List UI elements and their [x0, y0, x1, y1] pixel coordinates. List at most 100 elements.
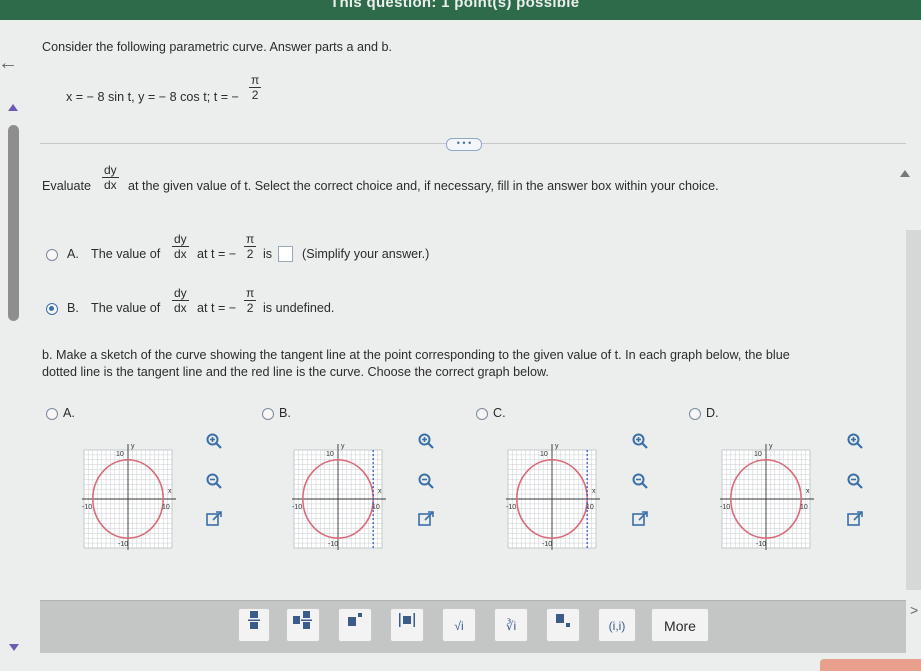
graph-b-letter: B.: [279, 406, 291, 420]
choice-b-t-den: 2: [244, 300, 257, 315]
mixed-number-button[interactable]: [286, 608, 320, 642]
more-button[interactable]: More: [651, 608, 709, 642]
choice-b-tail: is undefined.: [263, 301, 335, 315]
graph-c-radio[interactable]: [476, 408, 488, 420]
x-min-label: -10: [292, 504, 302, 511]
evaluate-label: Evaluate: [42, 179, 92, 193]
choice-b-dydx: dy dx: [172, 286, 189, 315]
graph-b-radio[interactable]: [262, 408, 274, 420]
parametric-equation: x = − 8 sin t, y = − 8 cos t; t = −: [66, 90, 239, 104]
choice-a-is: is: [263, 247, 273, 261]
choice-b-letter: B.: [67, 301, 79, 315]
choice-b-at-t: at t = −: [197, 301, 237, 315]
left-scrollbar[interactable]: [8, 125, 19, 321]
scroll-down-icon[interactable]: [9, 644, 19, 651]
choice-a-t-num: π: [246, 232, 255, 246]
choice-a-dydx: dy dx: [172, 232, 189, 261]
exponent-button[interactable]: [338, 608, 372, 642]
absolute-value-button[interactable]: [390, 608, 424, 642]
mixed-number-icon: [293, 611, 312, 629]
more-label: More: [664, 618, 696, 634]
exponent-icon: [348, 613, 362, 626]
choice-a-at-t: at t = −: [197, 247, 237, 261]
back-arrow-icon[interactable]: ←: [0, 52, 18, 75]
graph-b-zoom-out-icon[interactable]: [416, 472, 436, 492]
y-axis-label: y: [769, 443, 773, 450]
expand-more-button[interactable]: • • •: [446, 138, 482, 151]
graph-c[interactable]: y x 10 -10 -10 10: [502, 436, 602, 557]
y-min-label: -10: [542, 541, 552, 548]
x-axis-label: x: [168, 488, 172, 495]
answer-input-box[interactable]: [278, 246, 293, 262]
graph-d-popout-icon[interactable]: [845, 510, 865, 530]
part-b-text-line1: b. Make a sketch of the curve showing th…: [42, 348, 790, 362]
ordered-pair-button[interactable]: (i,i): [598, 608, 636, 642]
x-max-label: 10: [586, 504, 594, 511]
y-max-label: 10: [326, 451, 334, 458]
y-axis-label: y: [555, 443, 559, 450]
bottom-highlight: [820, 659, 921, 671]
graph-d-letter: D.: [706, 406, 719, 420]
y-min-label: -10: [756, 541, 766, 548]
graph-b-popout-icon[interactable]: [416, 510, 436, 530]
choice-a-letter: A.: [67, 247, 79, 261]
x-max-label: 10: [800, 504, 808, 511]
choice-a-t-fraction: π 2: [244, 232, 257, 261]
header-title: This question: 1 point(s) possible: [330, 0, 580, 11]
y-axis-label: y: [341, 443, 345, 450]
graph-a-zoom-out-icon[interactable]: [204, 472, 224, 492]
choice-a-radio[interactable]: [46, 249, 58, 261]
dy-numerator: dy: [104, 163, 117, 177]
graph-d-radio[interactable]: [689, 408, 701, 420]
square-root-button[interactable]: √i: [442, 608, 476, 642]
graph-b-zoom-in-icon[interactable]: [416, 432, 436, 452]
choice-a-note: (Simplify your answer.): [302, 247, 430, 261]
subscript-button[interactable]: [546, 608, 580, 642]
right-scrollbar[interactable]: [906, 230, 921, 590]
y-max-label: 10: [540, 451, 548, 458]
fraction-button[interactable]: [238, 608, 270, 642]
x-min-label: -10: [720, 504, 730, 511]
graph-c-letter: C.: [493, 406, 506, 420]
y-max-label: 10: [116, 451, 124, 458]
x-min-label: -10: [506, 504, 516, 511]
scroll-up-icon[interactable]: [8, 104, 18, 111]
x-max-label: 10: [372, 504, 380, 511]
graph-a[interactable]: y x 10 -10 -10 10: [78, 436, 178, 557]
nth-root-icon: ∛i: [505, 619, 517, 633]
nth-root-button[interactable]: ∛i: [494, 608, 528, 642]
y-axis-label: y: [131, 443, 135, 450]
fraction-icon: [248, 611, 260, 629]
absolute-value-icon: [399, 613, 415, 627]
subscript-icon: [556, 614, 570, 627]
y-min-label: -10: [118, 541, 128, 548]
choice-a-t-den: 2: [244, 246, 257, 261]
x-axis-label: x: [806, 488, 810, 495]
graph-a-radio[interactable]: [46, 408, 58, 420]
graph-c-zoom-in-icon[interactable]: [630, 432, 650, 452]
graph-b[interactable]: y x 10 -10 -10 10: [288, 436, 388, 557]
choice-b-radio[interactable]: [46, 303, 58, 315]
choice-b-lead: The value of: [91, 301, 161, 315]
choice-a-lead: The value of: [91, 247, 161, 261]
graph-d-zoom-out-icon[interactable]: [845, 472, 865, 492]
t-denominator: 2: [249, 87, 262, 102]
square-root-icon: √i: [454, 619, 464, 633]
choice-a-dy: dy: [174, 232, 187, 246]
dx-denominator: dx: [102, 177, 119, 192]
t-value-fraction: π 2: [249, 73, 262, 102]
graph-d[interactable]: y x 10 -10 -10 10: [716, 436, 816, 557]
graph-d-zoom-in-icon[interactable]: [845, 432, 865, 452]
dy-dx-fraction: dy dx: [102, 163, 119, 192]
x-axis-label: x: [378, 488, 382, 495]
graph-a-popout-icon[interactable]: [204, 510, 224, 530]
next-arrow-icon[interactable]: >: [910, 602, 918, 618]
y-min-label: -10: [328, 541, 338, 548]
graph-a-zoom-in-icon[interactable]: [204, 432, 224, 452]
question-intro: Consider the following parametric curve.…: [42, 40, 392, 54]
graph-c-zoom-out-icon[interactable]: [630, 472, 650, 492]
x-min-label: -10: [82, 504, 92, 511]
right-scroll-up-icon[interactable]: [900, 170, 910, 177]
ordered-pair-label: (i,i): [608, 619, 626, 633]
graph-c-popout-icon[interactable]: [630, 510, 650, 530]
